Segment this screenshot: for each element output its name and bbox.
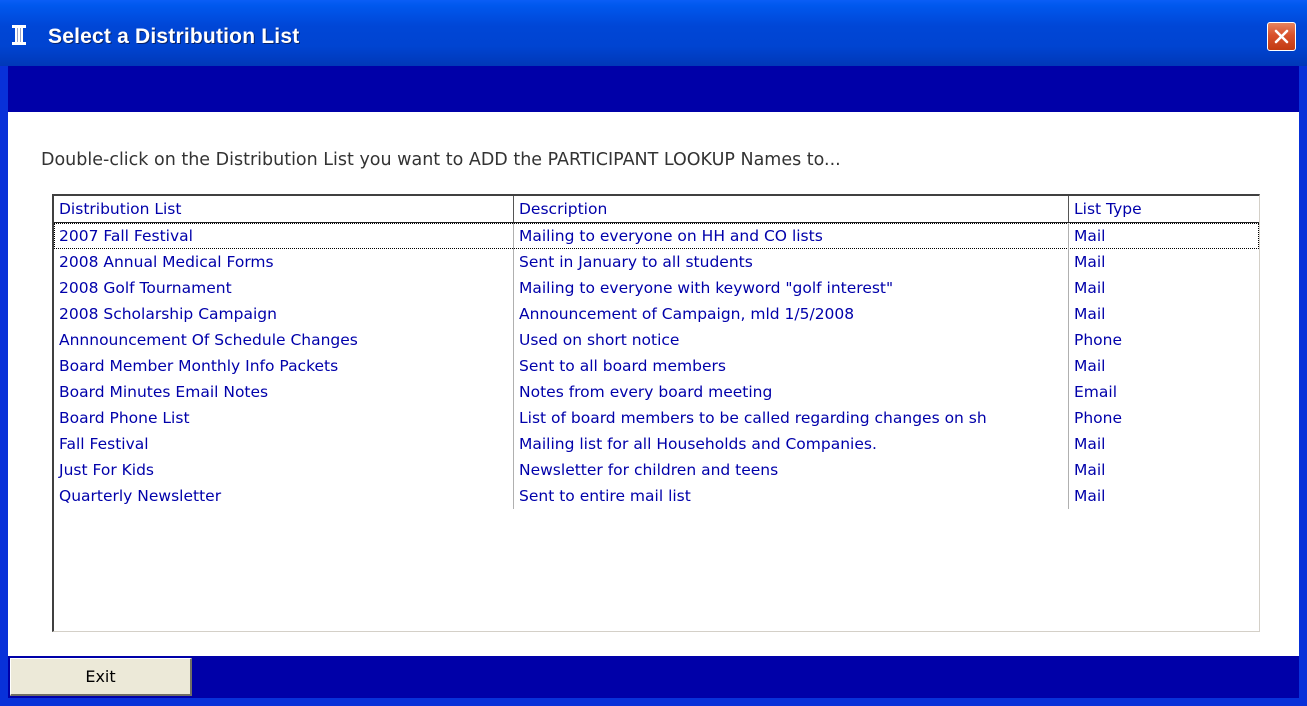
row-name: Just For Kids xyxy=(59,461,155,479)
row-type: Mail xyxy=(1068,223,1259,249)
row-description: Announcement of Campaign, mld 1/5/2008 xyxy=(513,301,1068,327)
row-description: List of board members to be called regar… xyxy=(513,405,1068,431)
row-type: Phone xyxy=(1068,327,1259,353)
list-row[interactable]: 2008 Annual Medical Forms Sent in Januar… xyxy=(54,249,1259,275)
column-header-list-type[interactable]: List Type xyxy=(1068,196,1259,222)
title-bar[interactable]: Select a Distribution List xyxy=(0,0,1307,66)
row-description: Notes from every board meeting xyxy=(513,379,1068,405)
column-icon xyxy=(12,25,26,45)
row-name: 2008 Scholarship Campaign xyxy=(59,305,277,323)
window-title: Select a Distribution List xyxy=(48,25,300,48)
row-type: Mail xyxy=(1068,353,1259,379)
row-description: Mailing list for all Households and Comp… xyxy=(513,431,1068,457)
list-row[interactable]: Board Member Monthly Info Packets Sent t… xyxy=(54,353,1259,379)
row-description: Used on short notice xyxy=(513,327,1068,353)
row-description: Sent in January to all students xyxy=(513,249,1068,275)
row-description: Sent to entire mail list xyxy=(513,483,1068,509)
list-row[interactable]: Board Minutes Email Notes Notes from eve… xyxy=(54,379,1259,405)
list-row[interactable]: Just For Kids Newsletter for children an… xyxy=(54,457,1259,483)
row-type: Mail xyxy=(1068,301,1259,327)
row-type: Mail xyxy=(1068,431,1259,457)
close-button[interactable] xyxy=(1267,22,1296,51)
column-header-description[interactable]: Description xyxy=(513,196,1068,222)
row-name: 2008 Golf Tournament xyxy=(59,279,232,297)
row-type: Email xyxy=(1068,379,1259,405)
column-header-distribution-list[interactable]: Distribution List xyxy=(54,196,513,222)
list-row[interactable]: Board Phone List List of board members t… xyxy=(54,405,1259,431)
row-type: Mail xyxy=(1068,457,1259,483)
list-row[interactable]: Annnouncement Of Schedule Changes Used o… xyxy=(54,327,1259,353)
row-description: Newsletter for children and teens xyxy=(513,457,1068,483)
row-name: Quarterly Newsletter xyxy=(59,487,222,505)
list-row[interactable]: 2008 Scholarship Campaign Announcement o… xyxy=(54,301,1259,327)
row-name: Annnouncement Of Schedule Changes xyxy=(59,331,358,349)
row-type: Mail xyxy=(1068,249,1259,275)
instruction-text: Double-click on the Distribution List yo… xyxy=(41,150,841,170)
list-row[interactable]: Quarterly Newsletter Sent to entire mail… xyxy=(54,483,1259,509)
close-icon xyxy=(1274,29,1289,44)
row-name: Board Member Monthly Info Packets xyxy=(59,357,339,375)
row-name: 2008 Annual Medical Forms xyxy=(59,253,274,271)
row-description: Mailing to everyone on HH and CO lists xyxy=(513,223,1068,249)
header-band xyxy=(8,66,1299,112)
dialog-window: Select a Distribution List Double-click … xyxy=(0,0,1307,706)
list-header: Distribution List Description List Type xyxy=(54,196,1259,223)
exit-button[interactable]: Exit xyxy=(10,658,192,696)
row-description: Sent to all board members xyxy=(513,353,1068,379)
row-type: Mail xyxy=(1068,275,1259,301)
list-row[interactable]: 2008 Golf Tournament Mailing to everyone… xyxy=(54,275,1259,301)
distribution-list-box[interactable]: Distribution List Description List Type … xyxy=(52,194,1260,632)
row-type: Mail xyxy=(1068,483,1259,509)
row-name: Fall Festival xyxy=(59,435,149,453)
row-name: 2007 Fall Festival xyxy=(59,227,193,245)
row-name: Board Minutes Email Notes xyxy=(59,383,269,401)
row-description: Mailing to everyone with keyword "golf i… xyxy=(513,275,1068,301)
row-type: Phone xyxy=(1068,405,1259,431)
bottom-bar: Exit xyxy=(8,656,1299,698)
dialog-body: Double-click on the Distribution List yo… xyxy=(8,112,1299,656)
row-name: Board Phone List xyxy=(59,409,190,427)
list-row[interactable]: 2007 Fall Festival Mailing to everyone o… xyxy=(54,223,1259,249)
list-row[interactable]: Fall Festival Mailing list for all House… xyxy=(54,431,1259,457)
